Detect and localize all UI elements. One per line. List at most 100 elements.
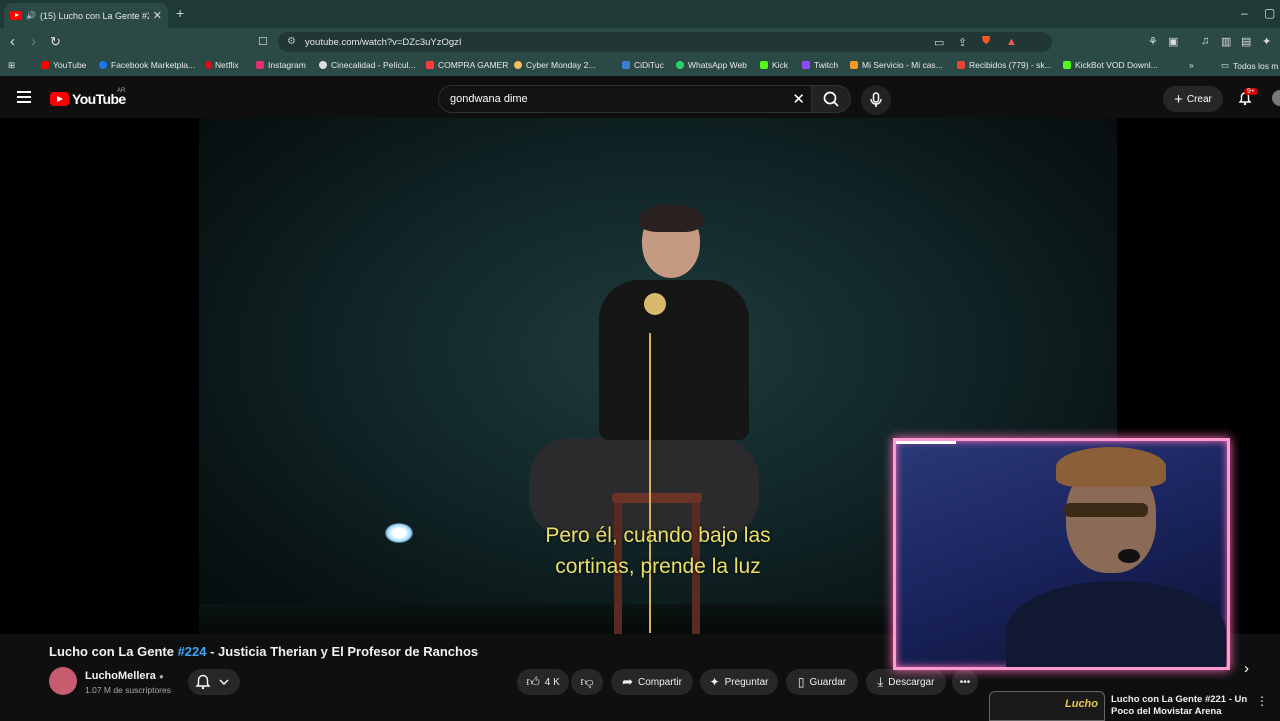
more-bookmarks-icon[interactable]: » [1189,60,1194,70]
bell-icon [195,674,229,690]
ask-label: Preguntar [724,676,769,688]
bookmark-item[interactable]: Mi Servicio - Mi cas... [850,60,943,70]
bookmark-label: CiDiTuc [634,60,664,70]
bookmark-label: Twitch [814,60,839,70]
bookmark-item[interactable]: CiDiTuc [622,60,664,70]
bookmark-favicon-icon [319,61,327,69]
bookmark-favicon-icon [41,61,49,69]
maximize-window-button[interactable]: ▢ [1264,6,1275,20]
subtitle-line: cortinas, prende la luz [555,555,761,578]
bookmark-item[interactable]: WhatsApp Web [676,60,747,70]
notifications-badge: 9+ [1244,88,1258,95]
all-bookmarks-folder[interactable]: ▭ Todos los m [1221,60,1278,71]
bookmark-item[interactable]: Recibidos (779) - sk... [957,60,1052,70]
streamer-body [1006,581,1226,667]
ask-button[interactable]: ✦ Preguntar [700,669,778,695]
recommended-video-thumbnail[interactable]: Lucho [989,691,1105,721]
video-title-text: - Justicia Therian y El Profesor de Ranc… [206,644,479,659]
video-subtitles: Pero él, cuando bajo las cortinas, prend… [519,520,797,582]
chevron-right-icon[interactable]: › [1244,660,1249,677]
voice-search-button[interactable] [861,85,891,115]
forward-arrow-icon[interactable]: › [31,33,36,50]
thumbs-up-icon: 👍︎ [526,674,540,689]
back-arrow-icon[interactable]: ‹ [10,33,15,50]
browser-tab-bar: 🔊 (15) Lucho con La Gente #224 ✕ + – ▢ [0,0,1280,28]
rewards-icon[interactable]: ▲ [1006,36,1017,48]
search-input[interactable]: gondwana dime ✕ [438,85,812,113]
bookmark-item[interactable]: KickBot VOD Downl... [1063,60,1158,70]
more-dots-icon: ••• [959,676,971,688]
subscriber-count: 1.07 M de suscriptores [85,685,171,695]
search-icon [823,91,839,107]
webcam-overlay [893,438,1230,670]
handheld-microphone [644,293,666,315]
account-avatar[interactable] [1272,90,1280,106]
wallet-icon[interactable]: ▤ [1241,35,1251,48]
headset-microphone [1118,549,1140,563]
search-query: gondwana dime [450,93,528,105]
leo-ai-icon[interactable]: ✦ [1262,35,1271,48]
youtube-logo[interactable]: YouTube AR [50,88,126,107]
bookmark-label: Mi Servicio - Mi cas... [862,60,943,70]
bookmark-favicon-icon [1063,61,1071,69]
bookmark-page-icon[interactable]: ☐ [258,35,268,48]
bookmark-item[interactable]: Facebook Marketpla... [99,60,195,70]
channel-name-link[interactable]: LuchoMellera ● [85,670,164,682]
screenshot-icon[interactable]: ▣ [1168,35,1178,48]
like-count: 4 K [544,676,560,688]
bookmark-label: Recibidos (779) - sk... [969,60,1052,70]
bookmark-item[interactable]: Netflix [206,60,239,70]
youtube-masthead: YouTube AR gondwana dime ✕ + Crear 9+ [0,76,1280,120]
menu-icon[interactable] [17,91,31,106]
apps-grid-icon[interactable]: ⊞ [8,60,15,71]
thumbs-down-icon: 👎︎ [580,674,594,689]
plus-icon: + [1174,90,1183,108]
download-icon: ⤓ [877,674,884,689]
bookmark-item[interactable]: Instagram [256,60,306,70]
bookmark-label: Netflix [215,60,239,70]
cast-icon[interactable]: ▭ [934,36,944,49]
video-hashtag-link[interactable]: #224 [178,644,207,659]
bookmark-favicon-icon [514,61,522,69]
bookmark-item[interactable]: COMPRA GAMER [426,60,508,70]
all-bookmarks-label: Todos los m [1233,60,1279,71]
video-title: Lucho con La Gente #224 - Justicia Theri… [49,644,849,659]
address-bar[interactable]: ⚙ youtube.com/watch?v=DZc3uYzOgzI ▭ ⇪ ⛊ … [278,32,1052,52]
dislike-button[interactable]: 👎︎ [571,669,603,695]
search-button[interactable] [811,85,851,113]
like-button[interactable]: 👍︎ 4 K [517,669,569,695]
bookmark-item[interactable]: Twitch [802,60,838,70]
create-button[interactable]: + Crear [1163,86,1223,112]
media-icon[interactable]: ♫ [1201,35,1209,47]
new-tab-button[interactable]: + [176,5,184,21]
site-info-icon[interactable]: ⚙ [287,36,296,47]
close-tab-icon[interactable]: ✕ [153,9,162,22]
share-button[interactable]: ➦ Compartir [611,669,693,695]
recommended-video-title[interactable]: Lucho con La Gente #221 - Un Poco del Mo… [1111,694,1251,718]
verified-icon: ● [158,672,164,681]
bookmark-item[interactable]: YouTube [41,60,86,70]
bookmark-favicon-icon [99,61,107,69]
bookmark-favicon-icon [802,61,810,69]
browser-tab-active[interactable]: 🔊 (15) Lucho con La Gente #224 ✕ [4,3,168,28]
brave-shield-icon[interactable]: ⛊ [982,35,990,48]
share-page-icon[interactable]: ⇪ [958,36,967,49]
reload-icon[interactable]: ↻ [50,34,61,50]
more-actions-button[interactable]: ••• [952,669,978,695]
channel-avatar[interactable] [49,667,77,695]
bookmark-label: Cinecalidad - Películ... [331,60,416,70]
clear-search-icon[interactable]: ✕ [792,90,805,108]
bookmark-item[interactable]: Cinecalidad - Películ... [319,60,416,70]
bookmark-item[interactable]: Cyber Monday 2... [514,60,595,70]
extensions-icon[interactable]: ⚘ [1148,35,1158,48]
bookmark-item[interactable]: Kick [760,60,788,70]
audio-playing-icon[interactable]: 🔊 [26,11,36,20]
more-vert-icon[interactable]: ⋮ [1256,694,1268,708]
minimize-window-button[interactable]: – [1241,6,1248,20]
download-button[interactable]: ⤓ Descargar [866,669,946,695]
channel-name: LuchoMellera [85,670,156,682]
subscribed-notifications-button[interactable] [188,669,240,695]
sidebar-icon[interactable]: ▥ [1221,35,1231,48]
save-button[interactable]: ▯ Guardar [786,669,858,695]
create-label: Crear [1186,93,1212,105]
